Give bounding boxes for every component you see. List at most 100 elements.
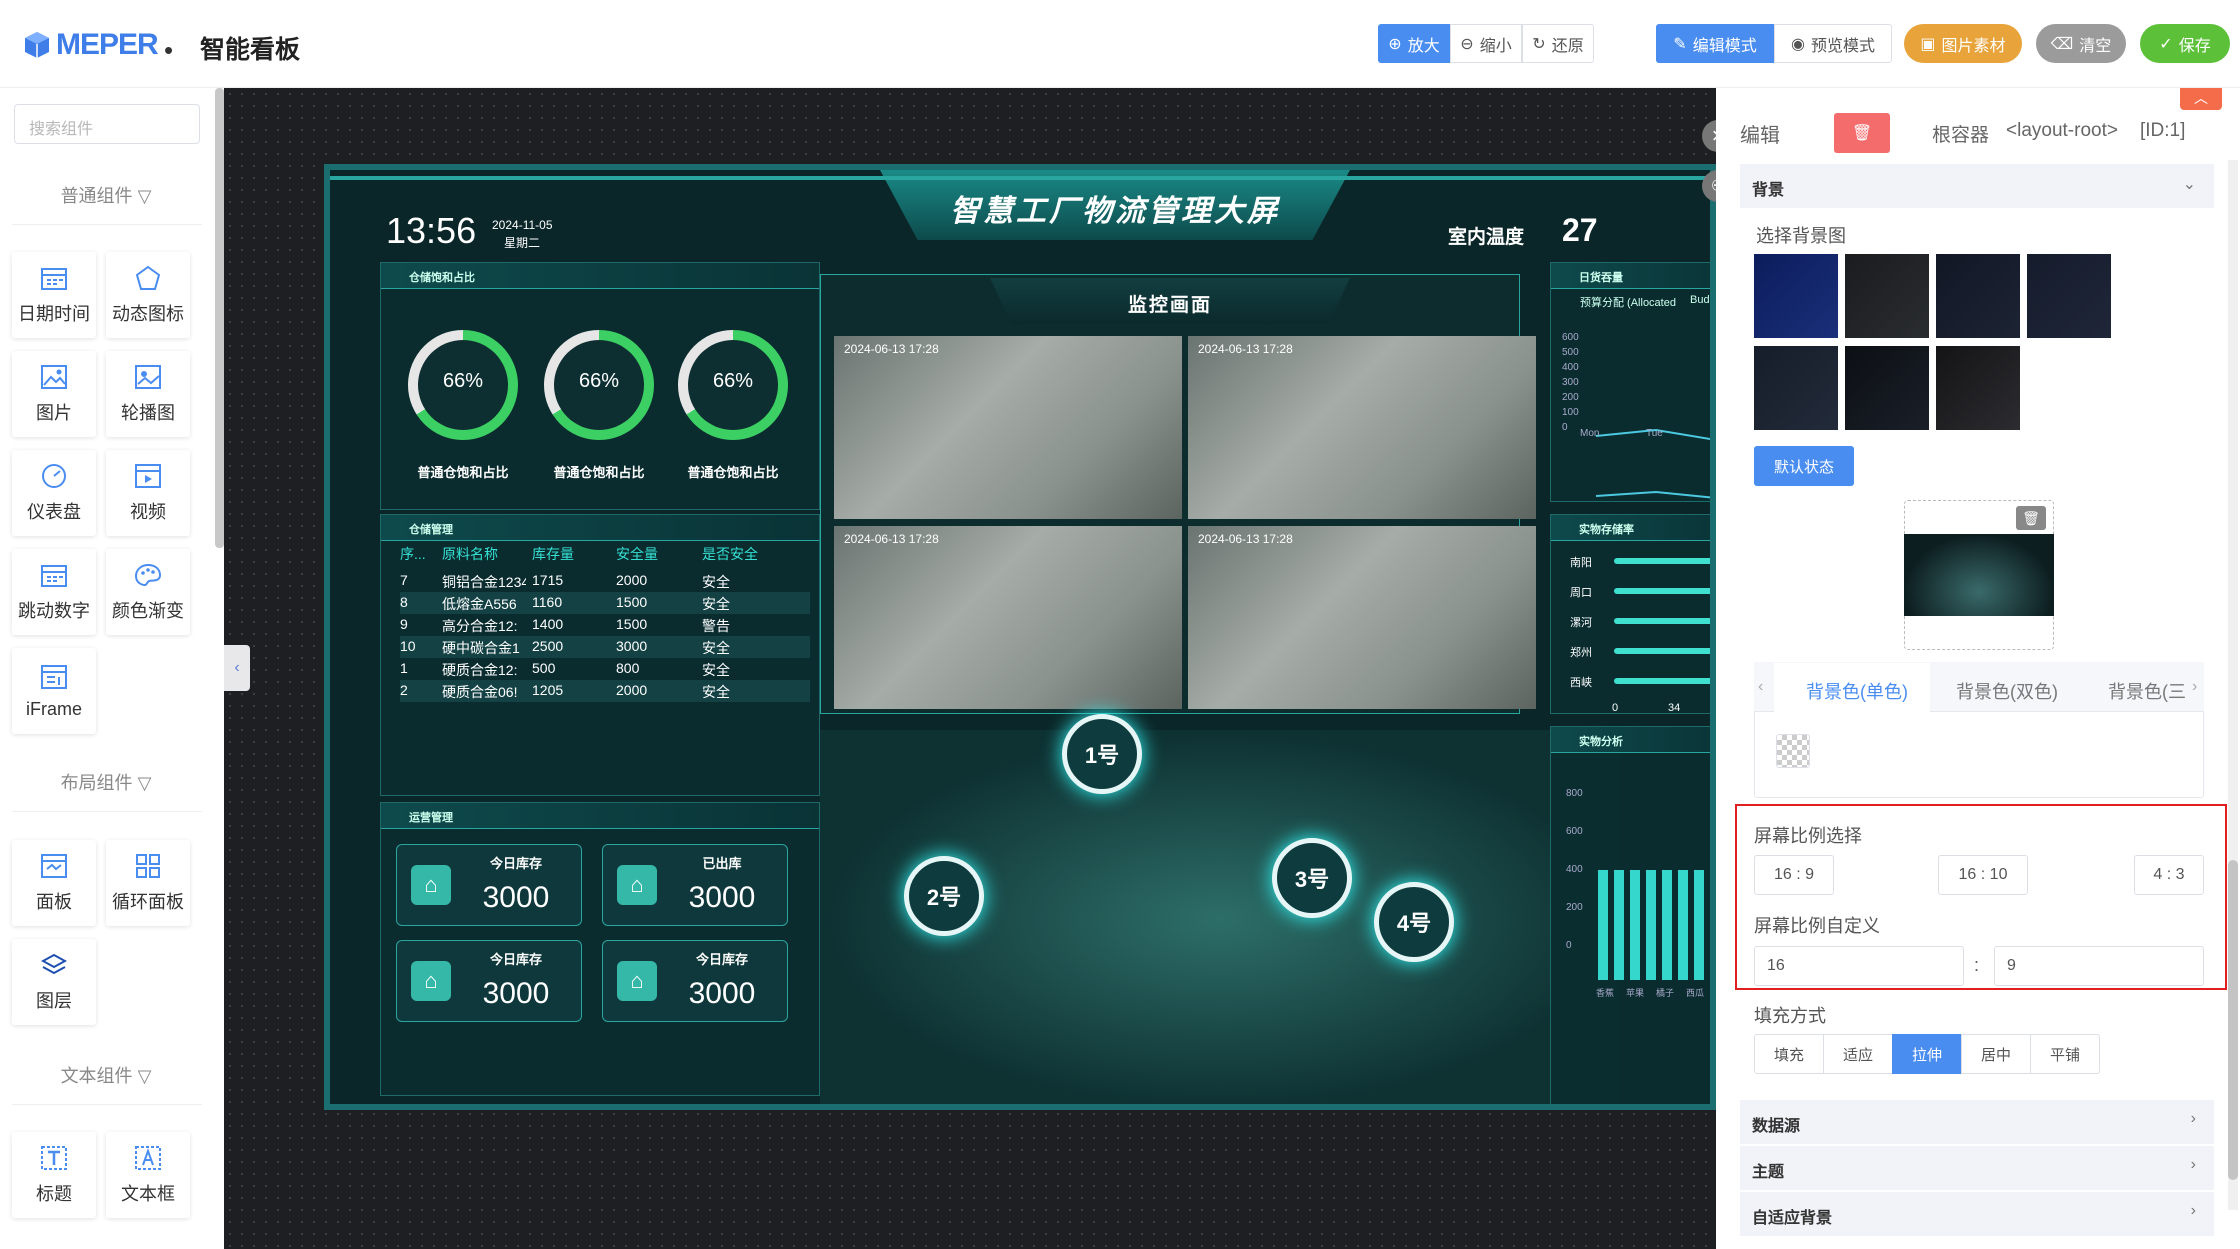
gauge-icon [40, 462, 68, 490]
screen-title: 智慧工厂物流管理大屏 [950, 195, 1280, 228]
tab-triple-color[interactable]: 背景色(三 [2108, 678, 2186, 704]
bg-thumbnail[interactable] [1754, 254, 1838, 338]
camera-feed-2[interactable]: 2024-06-13 17:28 [1188, 336, 1536, 519]
table-cell: 硬质合金06! [442, 684, 518, 700]
x-tick-label: 0 [1612, 702, 1619, 714]
trash-icon[interactable]: 🗑 [2016, 506, 2046, 530]
table-row[interactable]: 7 铜铝合金12341 1715 2000 安全 [400, 570, 810, 592]
clock-weekday: 星期二 [504, 236, 541, 250]
table-cell: 800 [616, 660, 640, 676]
component-layer[interactable]: 图层 [12, 939, 96, 1025]
camera-feed-1[interactable]: 2024-06-13 17:28 [834, 336, 1182, 519]
tab-single-color[interactable]: 背景色(单色) [1806, 678, 1908, 704]
section-background[interactable]: 背景 ⌄ [1740, 164, 2214, 208]
group-text-title[interactable]: 文本组件 ▽ [0, 1062, 212, 1088]
component-textbox[interactable]: 文本框 [106, 1132, 190, 1218]
fill-option-stretch[interactable]: 拉伸 [1892, 1034, 1962, 1074]
table-row[interactable]: 10 硬中碳合金1 2500 3000 安全 [400, 636, 810, 658]
image-assets-button[interactable]: ▣ 图片素材 [1904, 24, 2022, 63]
sidebar-scrollbar[interactable] [215, 88, 224, 548]
bg-thumbnail[interactable] [2027, 254, 2111, 338]
table-row[interactable]: 8 低熔金A556 1160 1500 安全 [400, 592, 810, 614]
section-adaptive-bg[interactable]: 自适应背景 › [1740, 1192, 2214, 1236]
zoom-in-button[interactable]: ⊕ 放大 [1378, 24, 1450, 63]
fill-option-center[interactable]: 居中 [1961, 1034, 2031, 1074]
kpi-card[interactable]: ⌂ 今日库存 3000 [602, 940, 788, 1022]
chevron-left-icon[interactable]: ‹ [1758, 678, 1763, 696]
dashboard-screen[interactable]: 智慧工厂物流管理大屏 13:56 2024-11-05 星期二 室内温度 2 7 … [324, 164, 1716, 1110]
table-cell: 1500 [616, 616, 648, 632]
table-cell: 安全 [702, 684, 730, 700]
trash-icon: 🗑 [1851, 125, 1873, 142]
component-datetime[interactable]: 日期时间 [12, 252, 96, 338]
location-pin-3[interactable]: 3号 [1272, 838, 1352, 918]
custom-ratio-height-input[interactable]: 9 [1994, 946, 2204, 986]
x-tick-label: 西瓜 [1686, 988, 1705, 998]
table-cell: 硬质合金12: [442, 662, 518, 678]
y-tick-label: 400 [1562, 362, 1579, 373]
indoor-temp-value: 27 [1562, 212, 1598, 248]
fill-mode-label: 填充方式 [1754, 1006, 1826, 1026]
clock-date: 2024-11-05 [492, 218, 553, 232]
kpi-card[interactable]: ⌂ 已出库 3000 [602, 844, 788, 926]
edit-mode-button[interactable]: ✎ 编辑模式 [1656, 24, 1774, 63]
ratio-16-10-button[interactable]: 16 : 10 [1938, 855, 2028, 895]
table-cell: 10 [400, 638, 416, 654]
ring-value-1: 66% [442, 370, 484, 392]
clear-button[interactable]: ⌫ 清空 [2036, 24, 2126, 63]
bg-thumbnail[interactable] [1754, 346, 1838, 430]
bg-thumbnail[interactable] [1936, 346, 2020, 430]
tab-dual-color[interactable]: 背景色(双色) [1956, 678, 2058, 704]
delete-button[interactable]: 🗑 [1834, 113, 1890, 153]
color-picker-swatch[interactable] [1776, 734, 1810, 768]
group-common-title[interactable]: 普通组件 ▽ [0, 182, 212, 208]
fill-option-tile[interactable]: 平铺 [2030, 1034, 2100, 1074]
section-datasource[interactable]: 数据源 › [1740, 1100, 2214, 1144]
bar-row-label: 南阳 [1570, 557, 1592, 569]
component-iframe[interactable]: iFrame [12, 648, 96, 734]
table-row[interactable]: 9 高分合金12: 1400 1500 警告 [400, 614, 810, 636]
component-carousel[interactable]: 轮播图 [106, 351, 190, 437]
table-row[interactable]: 1 硬质合金12: 500 800 安全 [400, 658, 810, 680]
panel-scrollbar-thumb[interactable] [2228, 860, 2238, 1180]
location-pin-4[interactable]: 4号 [1374, 882, 1454, 962]
app-logo[interactable]: MEPER [22, 28, 159, 62]
table-cell: 8 [400, 594, 408, 610]
bar [1598, 870, 1608, 980]
ratio-4-3-button[interactable]: 4 : 3 [2134, 855, 2204, 895]
location-pin-1[interactable]: 1号 [1062, 714, 1142, 794]
component-title[interactable]: 标题 [12, 1132, 96, 1218]
kpi-card[interactable]: ⌂ 今日库存 3000 [396, 844, 582, 926]
component-color-gradient[interactable]: 颜色渐变 [106, 549, 190, 635]
default-state-button[interactable]: 默认状态 [1754, 446, 1854, 486]
table-row[interactable]: 2 硬质合金06! 1205 2000 安全 [400, 680, 810, 702]
section-theme[interactable]: 主题 › [1740, 1146, 2214, 1190]
preview-mode-button[interactable]: ◉ 预览模式 [1774, 24, 1892, 63]
component-loop-panel[interactable]: 循环面板 [106, 840, 190, 926]
bg-thumbnail[interactable] [1936, 254, 2020, 338]
restore-button[interactable]: ↻ 还原 [1522, 24, 1594, 63]
bg-thumbnail[interactable] [1845, 254, 1929, 338]
component-dynamic-icon[interactable]: 动态图标 [106, 252, 190, 338]
fill-option-fit[interactable]: 适应 [1823, 1034, 1893, 1074]
component-video[interactable]: 视频 [106, 450, 190, 536]
chevron-up-icon[interactable]: ︿ [2180, 88, 2222, 110]
location-pin-2[interactable]: 2号 [904, 856, 984, 936]
camera-feed-4[interactable]: 2024-06-13 17:28 [1188, 526, 1536, 709]
component-image[interactable]: 图片 [12, 351, 96, 437]
kpi-card[interactable]: ⌂ 今日库存 3000 [396, 940, 582, 1022]
zoom-out-button[interactable]: ⊖ 缩小 [1450, 24, 1522, 63]
chevron-right-icon[interactable]: › [2192, 678, 2197, 696]
camera-feed-3[interactable]: 2024-06-13 17:28 [834, 526, 1182, 709]
component-jumping-number[interactable]: 跳动数字 [12, 549, 96, 635]
bg-thumbnail[interactable] [1845, 346, 1929, 430]
component-search-input[interactable]: 搜索组件 [14, 104, 200, 144]
group-layout-title[interactable]: 布局组件 ▽ [0, 769, 212, 795]
custom-ratio-width-input[interactable]: 16 [1754, 946, 1964, 986]
component-gauge[interactable]: 仪表盘 [12, 450, 96, 536]
ratio-16-9-button[interactable]: 16 : 9 [1754, 855, 1834, 895]
save-button[interactable]: ✓ 保存 [2140, 24, 2230, 63]
component-panel[interactable]: 面板 [12, 840, 96, 926]
collapse-sidebar-button[interactable]: ‹ [224, 645, 250, 691]
fill-option-fill[interactable]: 填充 [1754, 1034, 1824, 1074]
